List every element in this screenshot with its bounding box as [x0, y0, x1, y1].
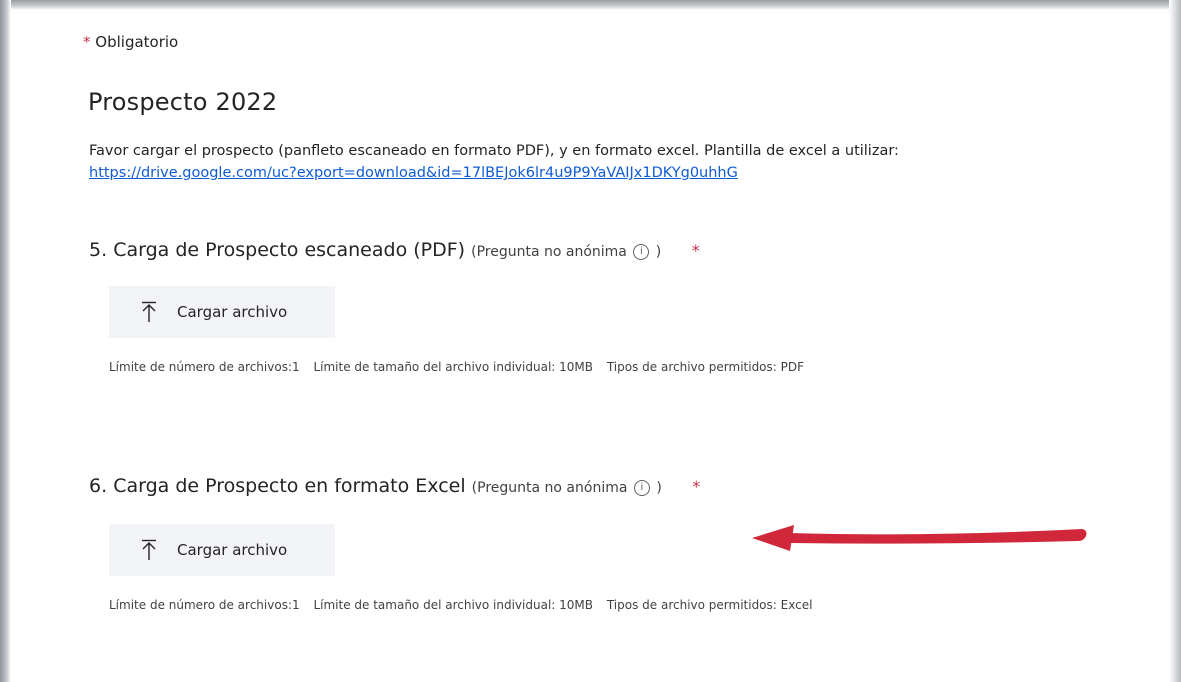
red-arrow-annotation [752, 525, 1087, 551]
upload-button-label: Cargar archivo [177, 541, 288, 559]
upload-file-button-q6[interactable]: Cargar archivo [109, 524, 335, 576]
info-icon[interactable]: i [633, 244, 650, 260]
file-count-limit: Límite de número de archivos:1 [109, 360, 300, 374]
description-text: Favor cargar el prospecto (panfleto esca… [89, 143, 899, 159]
question-number: 6. [89, 475, 108, 497]
file-count-limit: Límite de número de archivos:1 [109, 598, 300, 612]
page-border-left [0, 0, 11, 682]
file-types-allowed: Tipos de archivo permitidos: PDF [606, 360, 805, 374]
question-number: 5. [89, 239, 108, 261]
file-types-allowed: Tipos de archivo permitidos: Excel [606, 598, 813, 612]
anonymity-note: (Pregunta no anónima i ) [472, 480, 667, 496]
anonymity-note: (Pregunta no anónima i ) [471, 244, 666, 260]
file-size-limit: Límite de tamaño del archivo individual:… [313, 360, 593, 374]
question-6-title: 6. Carga de Prospecto en formato Excel (… [89, 475, 700, 497]
anonymity-note-close: ) [656, 480, 662, 496]
form-title: Prospecto 2022 [88, 88, 278, 116]
upload-file-button-q5[interactable]: Cargar archivo [109, 286, 335, 338]
anonymity-note-close: ) [655, 244, 662, 260]
upload-button-label: Cargar archivo [177, 303, 288, 321]
file-size-limit: Límite de tamaño del archivo individual:… [313, 598, 593, 612]
required-asterisk: * [692, 477, 701, 496]
upload-limits-q6: Límite de número de archivos:1 Límite de… [109, 598, 812, 612]
form-description: Favor cargar el prospecto (panfleto esca… [89, 140, 1129, 184]
upload-arrow-icon [142, 301, 156, 322]
required-label: Obligatorio [95, 33, 179, 51]
page-border-right [1169, 0, 1181, 682]
template-download-link[interactable]: https://drive.google.com/uc?export=downl… [89, 165, 738, 181]
anonymity-note-text: (Pregunta no anónima [471, 244, 627, 260]
anonymity-note-text: (Pregunta no anónima [471, 480, 628, 496]
page-border-top [0, 0, 1181, 10]
question-text: Carga de Prospecto en formato Excel [113, 475, 466, 497]
question-text: Carga de Prospecto escaneado (PDF) [113, 239, 466, 261]
required-note: * Obligatorio [83, 33, 178, 51]
required-asterisk: * [83, 33, 91, 51]
upload-limits-q5: Límite de número de archivos:1 Límite de… [109, 360, 804, 374]
info-icon[interactable]: i [633, 480, 650, 496]
required-asterisk: * [691, 241, 700, 260]
question-5-title: 5. Carga de Prospecto escaneado (PDF) (P… [89, 239, 700, 261]
upload-arrow-icon [142, 539, 156, 560]
